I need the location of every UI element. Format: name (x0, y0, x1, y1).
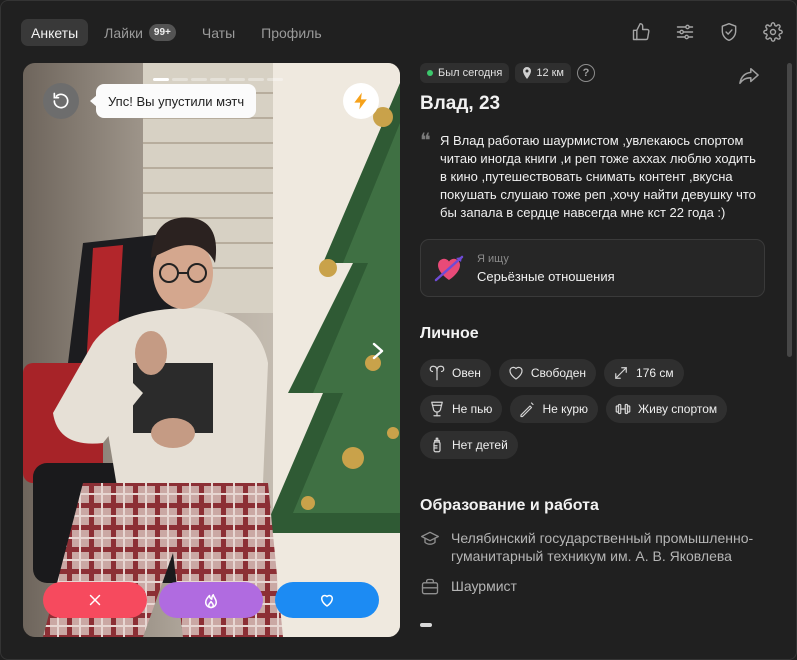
top-actions (610, 19, 786, 45)
filter-sliders-icon[interactable] (672, 19, 698, 45)
profile-info: Был сегодня 12 км ? Влад, 23 ❝ Я Влад ра… (420, 63, 780, 659)
profile-photo[interactable]: Упс! Вы упустили мэтч (23, 63, 400, 637)
shield-check-icon[interactable] (716, 19, 742, 45)
tag-alcohol-label: Не пью (452, 402, 493, 416)
boost-button[interactable] (343, 83, 379, 119)
help-icon[interactable]: ? (577, 64, 595, 82)
top-bar: Анкеты Лайки 99+ Чаты Профиль (1, 1, 796, 63)
profile-bio: ❝ Я Влад работаю шаурмистом ,увлекаюсь с… (420, 128, 765, 222)
gear-icon[interactable] (760, 19, 786, 45)
missed-match-tooltip: Упс! Вы упустили мэтч (89, 84, 257, 118)
height-icon (615, 367, 627, 379)
no-smoking-icon (520, 402, 535, 418)
tag-alcohol: Не пью (420, 395, 503, 423)
heart-icon (321, 594, 333, 607)
briefcase-icon (421, 578, 439, 595)
heart-arrow-icon (434, 255, 464, 282)
dislike-button[interactable] (43, 582, 147, 618)
heart-icon (509, 366, 523, 380)
looking-for-card: Я ищу Серьёзные отношения (420, 239, 765, 297)
thumbs-up-icon[interactable] (628, 19, 654, 45)
tag-relationship-label: Свободен (530, 366, 587, 380)
tag-children: Нет детей (420, 431, 518, 459)
education-section-title: Образование и работа (420, 497, 599, 514)
glass-icon (431, 401, 443, 417)
tab-chats-label: Чаты (201, 24, 236, 41)
main-tabs: Анкеты Лайки 99+ Чаты Профиль (21, 19, 338, 46)
looking-for-value: Серьёзные отношения (477, 268, 615, 284)
aries-icon (429, 365, 445, 381)
baby-bottle-icon (433, 437, 441, 453)
undo-icon (53, 92, 69, 109)
next-photo-button[interactable] (368, 338, 388, 364)
tag-smoking-label: Не курю (542, 402, 589, 416)
looking-for-label: Я ищу (477, 252, 509, 265)
close-icon (89, 594, 101, 606)
tab-likes[interactable]: Лайки 99+ (94, 19, 186, 46)
tag-sport: Живу спортом (606, 395, 728, 423)
tag-sport-label: Живу спортом (638, 402, 718, 416)
undo-button[interactable] (43, 83, 79, 119)
tag-children-label: Нет детей (452, 438, 508, 452)
chevron-right-icon (372, 342, 384, 360)
education-text: Челябинский государственный промышленно-… (451, 530, 754, 564)
tab-profiles[interactable]: Анкеты (21, 19, 89, 46)
tag-zodiac-label: Овен (452, 366, 481, 380)
profile-name: Влад, 23 (420, 93, 501, 114)
status-row: Был сегодня 12 км ? (420, 63, 780, 83)
dumbbell-icon (615, 403, 631, 415)
tab-profiles-label: Анкеты (31, 24, 79, 41)
job-text: Шаурмист (451, 578, 517, 594)
likes-count-badge: 99+ (148, 24, 176, 41)
like-button[interactable] (275, 582, 379, 618)
distance-chip: 12 км (515, 63, 571, 83)
info-scrollbar[interactable] (787, 63, 792, 357)
tag-smoking: Не курю (510, 395, 599, 423)
online-status: Был сегодня (420, 63, 510, 83)
tab-profile[interactable]: Профиль (251, 19, 331, 46)
lightning-icon (354, 92, 367, 110)
tag-height-label: 176 см (636, 366, 674, 380)
bio-text: Я Влад работаю шаурмистом ,увлекаюсь спо… (440, 133, 756, 220)
distance-text: 12 км (536, 67, 564, 79)
tab-chats[interactable]: Чаты (192, 19, 245, 46)
personal-tags: Овен Свободен 176 см Не пью Не курю Живу… (420, 359, 770, 467)
tag-zodiac: Овен (420, 359, 491, 387)
job-row: Шаурмист (420, 577, 780, 597)
quote-icon: ❝ (420, 128, 431, 152)
next-section-peek (420, 623, 432, 627)
flame-icon (205, 594, 217, 609)
education-row: Челябинский государственный промышленно-… (420, 529, 780, 565)
tag-relationship: Свободен (498, 359, 597, 387)
share-icon[interactable] (738, 66, 760, 91)
tab-likes-label: Лайки (104, 24, 143, 41)
personal-section-title: Личное (420, 325, 479, 342)
tab-profile-label: Профиль (261, 24, 322, 41)
photo-scene (23, 63, 400, 637)
online-status-text: Был сегодня (438, 67, 503, 79)
app-window: Анкеты Лайки 99+ Чаты Профиль Упс! Вы уп… (0, 0, 797, 660)
graduation-cap-icon (421, 531, 439, 545)
photo-progress (153, 78, 286, 81)
location-pin-icon (522, 67, 536, 79)
tag-height: 176 см (604, 359, 684, 387)
superlike-button[interactable] (159, 582, 263, 618)
swipe-actions (43, 582, 379, 618)
online-dot (427, 70, 433, 76)
